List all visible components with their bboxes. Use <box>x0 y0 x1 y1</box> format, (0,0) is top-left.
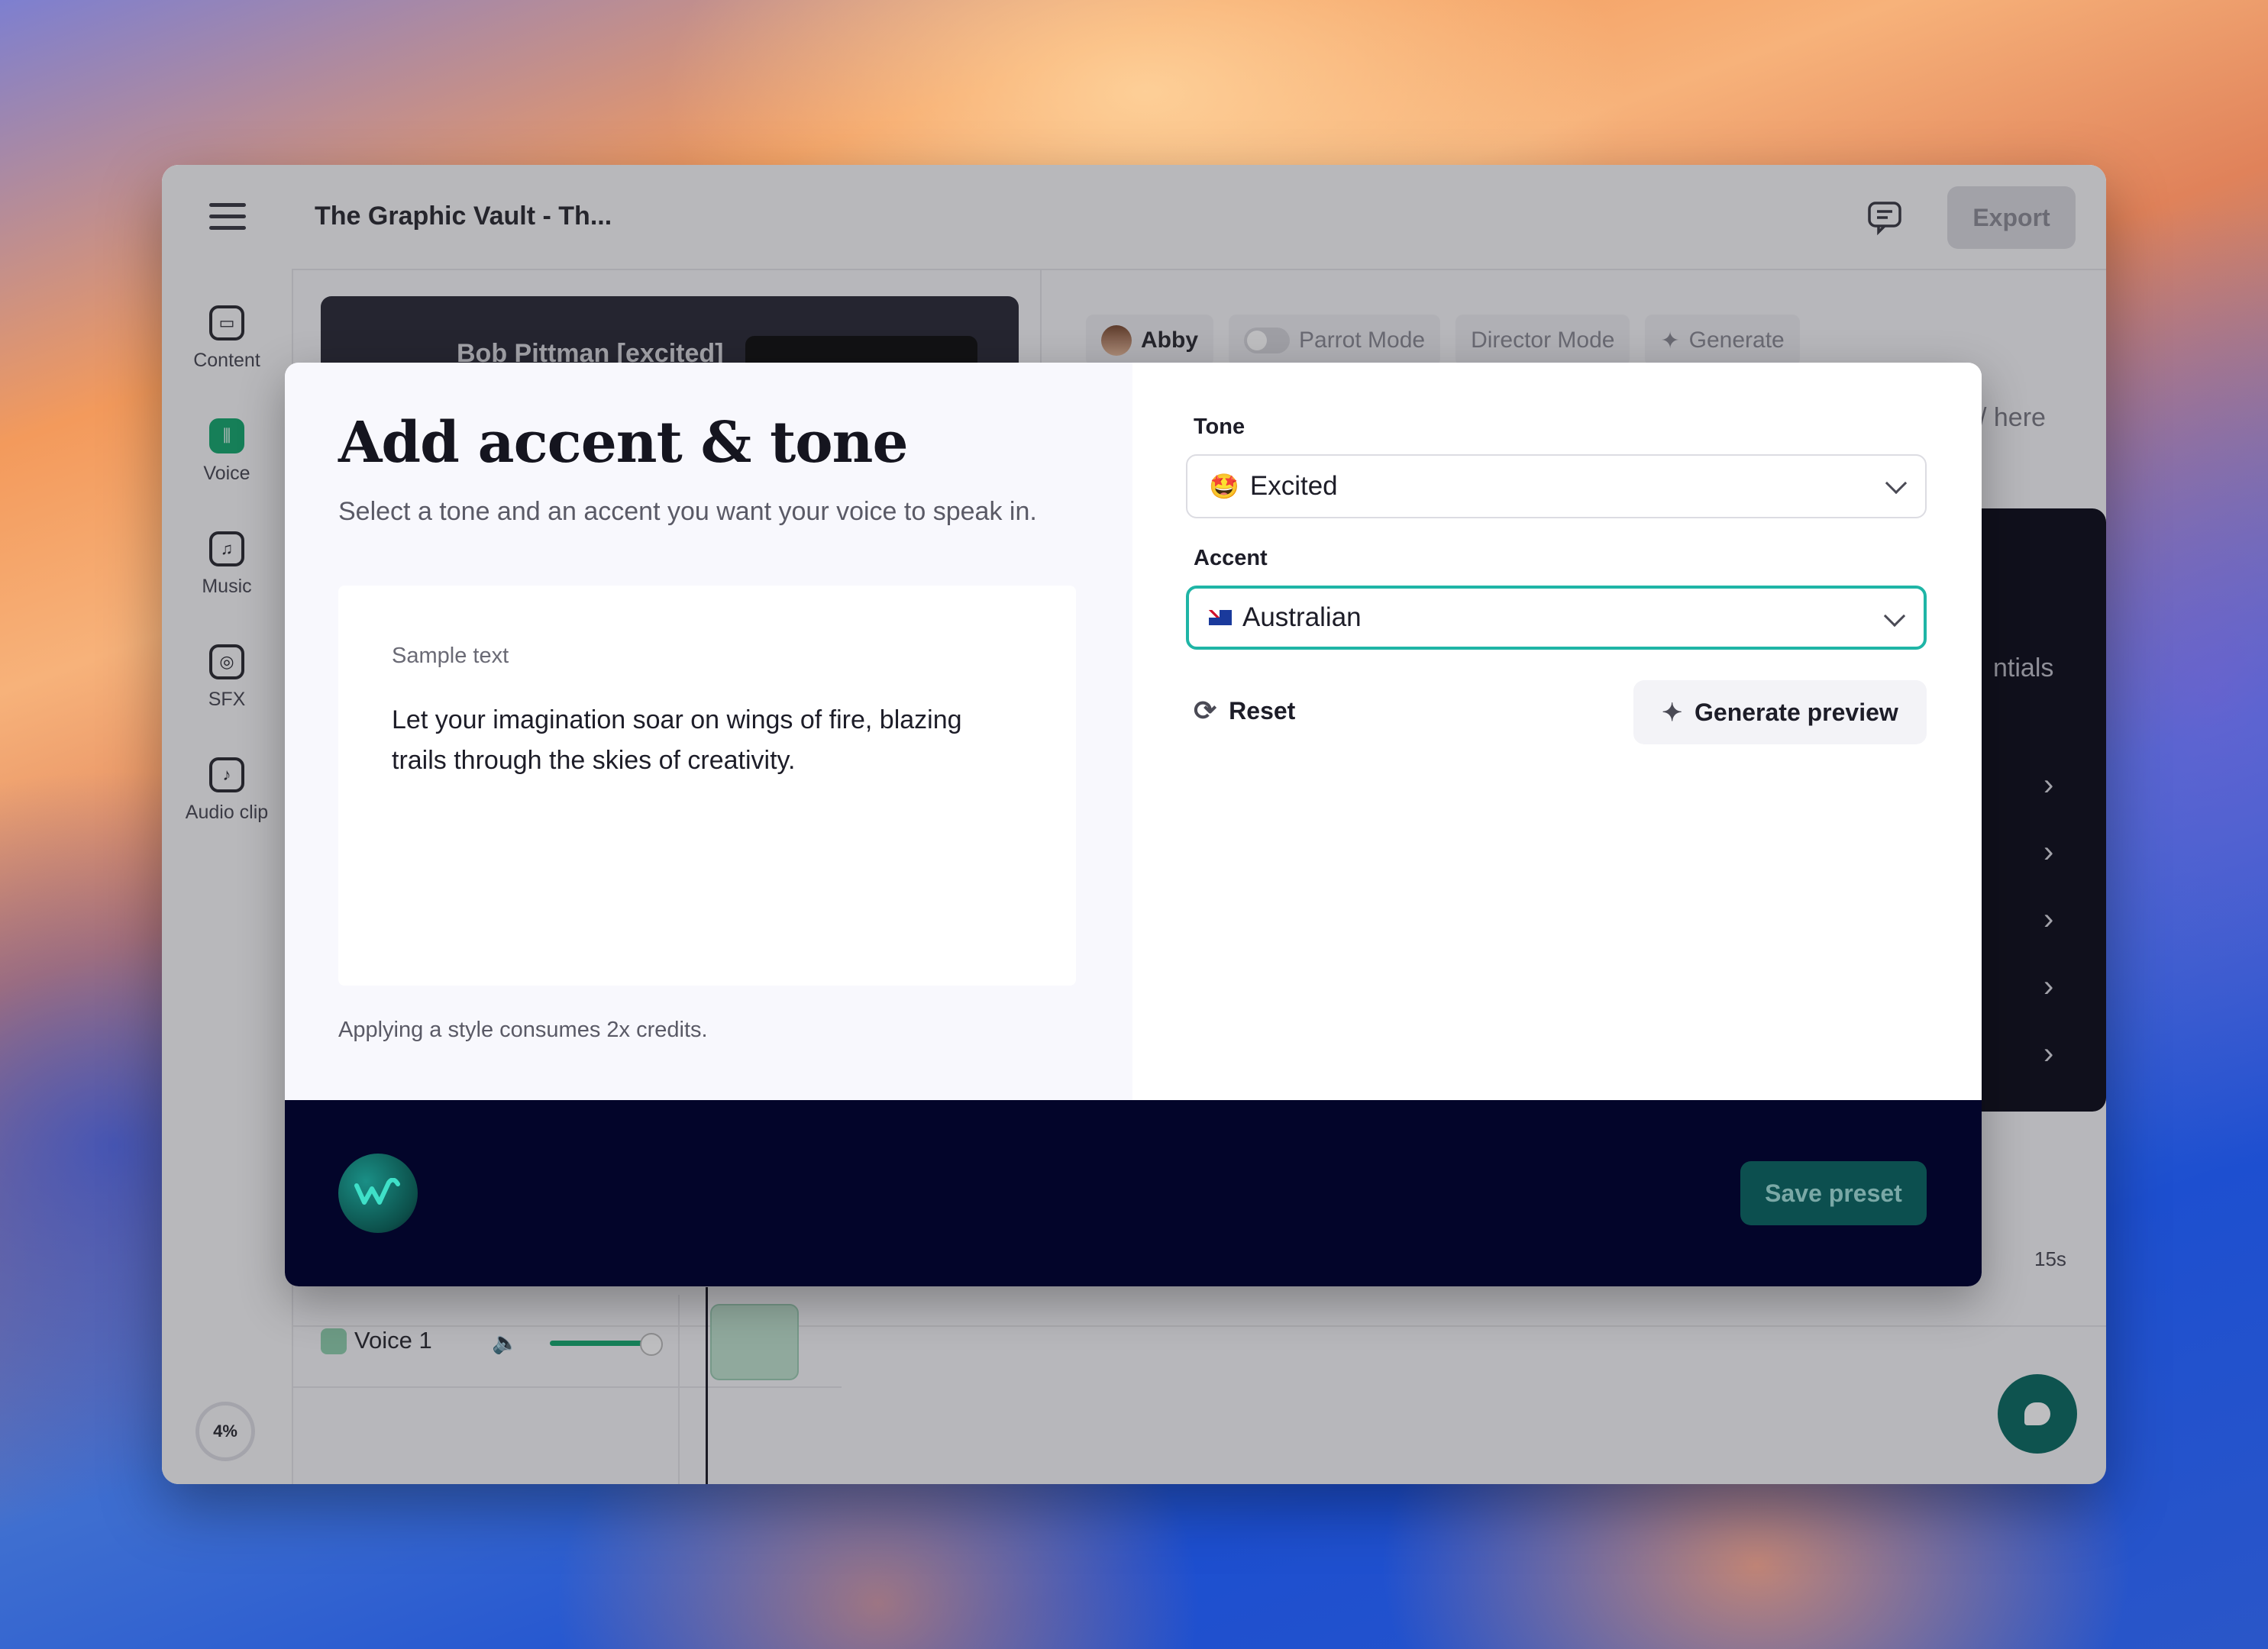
sample-text: Let your imagination soar on wings of fi… <box>392 705 962 775</box>
tone-select[interactable]: 🤩 Excited <box>1186 454 1927 518</box>
reset-button[interactable]: ⟳ Reset <box>1194 695 1295 727</box>
sample-text-box: Sample text Let your imagination soar on… <box>338 586 1076 986</box>
dialog-subtitle: Select a tone and an accent you want you… <box>338 497 1037 526</box>
accent-select[interactable]: Australian <box>1186 586 1927 650</box>
tone-label: Tone <box>1194 415 1245 439</box>
credits-note: Applying a style consumes 2x credits. <box>338 1018 708 1042</box>
app-logo-icon <box>338 1154 418 1233</box>
refresh-icon: ⟳ <box>1194 695 1217 726</box>
save-preset-button[interactable]: Save preset <box>1740 1161 1927 1225</box>
reset-label: Reset <box>1229 696 1296 724</box>
accent-value: Australian <box>1242 602 1362 632</box>
generate-preview-button[interactable]: ✦ Generate preview <box>1633 680 1927 744</box>
generate-preview-label: Generate preview <box>1695 698 1898 726</box>
tone-value: Excited <box>1249 471 1338 501</box>
chevron-down-icon <box>1885 472 1908 495</box>
accent-label: Accent <box>1194 546 1268 570</box>
logo-wave-icon <box>354 1178 400 1205</box>
dialog-footer: Save preset <box>285 1100 1982 1286</box>
excited-emoji-icon: 🤩 <box>1209 473 1239 500</box>
dialog-title: Add accent & tone <box>338 410 909 476</box>
sample-text-label: Sample text <box>392 644 509 668</box>
australia-flag-icon <box>1209 610 1232 625</box>
dialog-left-pane: Add accent & tone Select a tone and an a… <box>285 363 1132 1100</box>
chevron-down-icon <box>1883 605 1906 628</box>
sparkle-icon: ✦ <box>1662 699 1682 726</box>
accent-tone-dialog: Add accent & tone Select a tone and an a… <box>285 363 1982 1286</box>
